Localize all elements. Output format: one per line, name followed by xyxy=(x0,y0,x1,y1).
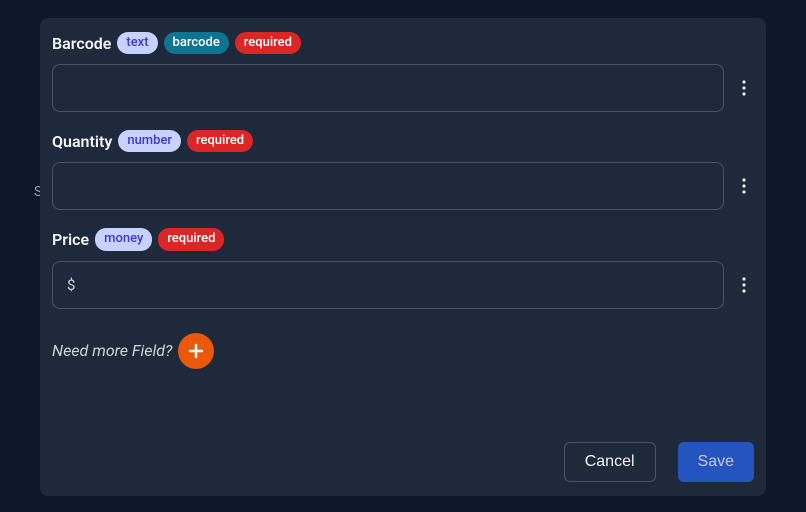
field-label-row-quantity: Quantity number required xyxy=(52,130,754,152)
badge-money: money xyxy=(95,228,152,250)
quantity-label: Quantity xyxy=(52,132,112,151)
cancel-button[interactable]: Cancel xyxy=(564,442,656,482)
add-field-prompt: Need more Field? xyxy=(52,341,172,360)
barcode-input-row xyxy=(52,64,754,112)
quantity-input-wrapper[interactable] xyxy=(52,162,724,210)
quantity-input[interactable] xyxy=(67,178,709,195)
price-input-row: $ xyxy=(52,261,754,309)
badge-required: required xyxy=(158,228,224,250)
form-modal: Barcode text barcode required Quantity n… xyxy=(40,18,766,496)
badge-number: number xyxy=(118,130,181,152)
add-field-row: Need more Field? xyxy=(52,333,754,369)
price-input[interactable] xyxy=(81,276,709,293)
field-label-row-barcode: Barcode text barcode required xyxy=(52,32,754,54)
badge-required: required xyxy=(187,130,253,152)
plus-icon xyxy=(187,342,205,360)
more-vertical-icon[interactable] xyxy=(734,275,754,295)
price-input-wrapper[interactable]: $ xyxy=(52,261,724,309)
field-label-row-price: Price money required xyxy=(52,228,754,250)
barcode-input[interactable] xyxy=(67,80,709,97)
field-group-barcode: Barcode text barcode required xyxy=(52,32,754,112)
save-button[interactable]: Save xyxy=(678,442,754,482)
more-vertical-icon[interactable] xyxy=(734,176,754,196)
price-label: Price xyxy=(52,230,89,249)
add-field-button[interactable] xyxy=(178,333,214,369)
badge-barcode: barcode xyxy=(164,32,229,54)
currency-prefix: $ xyxy=(67,276,75,294)
barcode-label: Barcode xyxy=(52,34,111,53)
field-group-quantity: Quantity number required xyxy=(52,130,754,210)
barcode-input-wrapper[interactable] xyxy=(52,64,724,112)
more-vertical-icon[interactable] xyxy=(734,78,754,98)
badge-text: text xyxy=(117,32,157,54)
modal-footer: Cancel Save xyxy=(564,442,754,482)
field-group-price: Price money required $ xyxy=(52,228,754,308)
quantity-input-row xyxy=(52,162,754,210)
badge-required: required xyxy=(235,32,301,54)
